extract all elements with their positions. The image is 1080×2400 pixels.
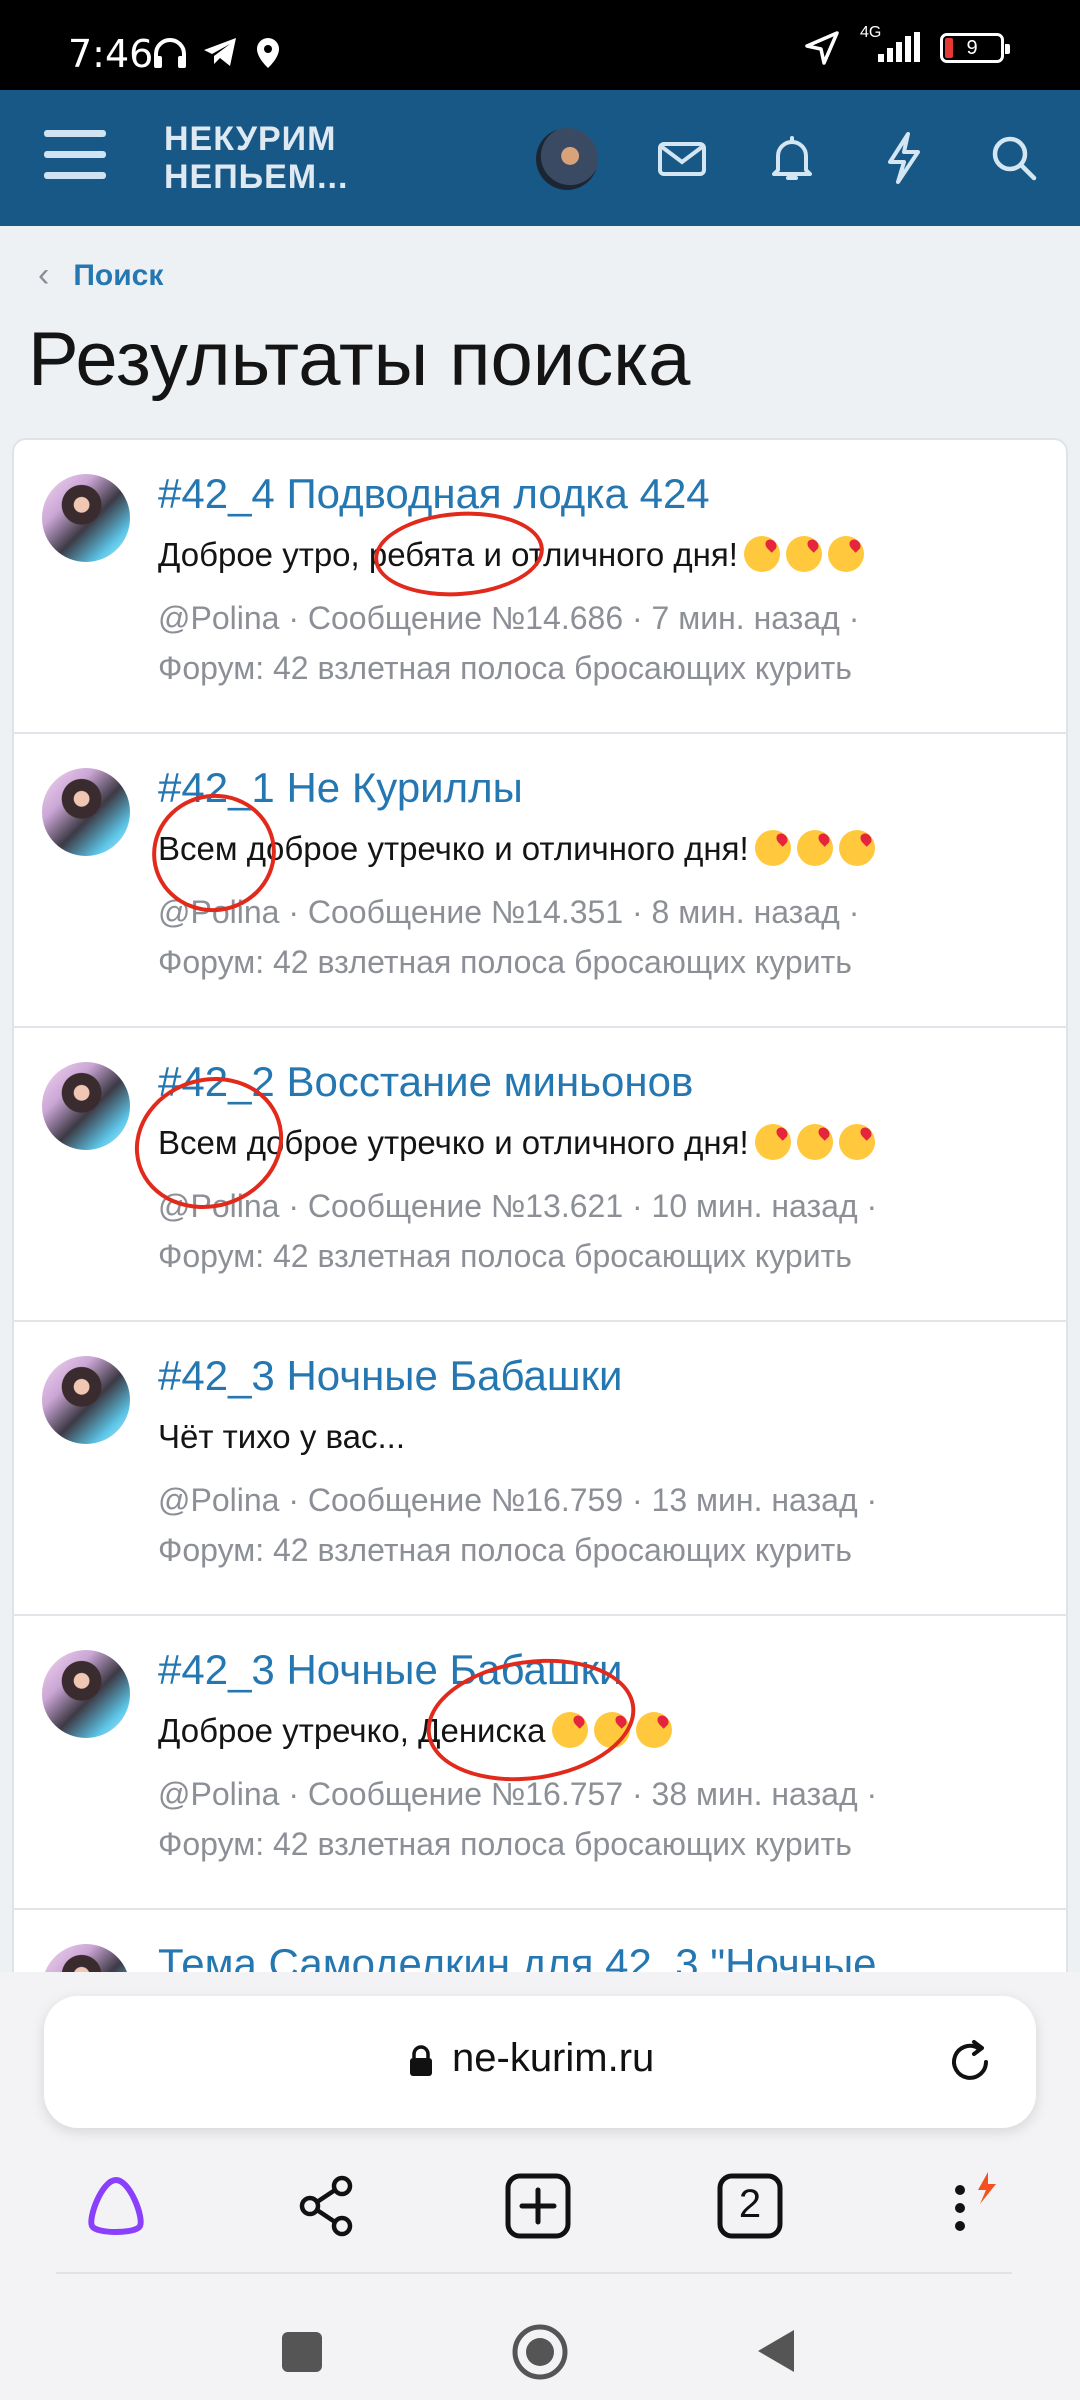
result-forum[interactable]: Форум: 42 взлетная полоса бросающих кури… [158,1532,852,1569]
tabs-icon[interactable]: 2 [712,2168,788,2244]
signal-icon: 4G [858,24,922,64]
results-list: #42_4 Подводная лодка 424 Доброе утро, р… [12,438,1068,1978]
search-icon[interactable] [986,130,1042,186]
site-logo[interactable]: НЕКУРИМ НЕПЬЕМ... [164,120,348,196]
status-bar: 7:46 4G 9 [0,0,1080,90]
kiss-emoji-icon [838,830,875,866]
lightning-icon[interactable] [876,130,932,186]
avatar[interactable] [536,128,598,190]
browser-bottom-bar: ne-kurim.ru 2 [0,1972,1080,2400]
result-forum[interactable]: Форум: 42 взлетная полоса бросающих кури… [158,1826,852,1863]
logo-line-2: НЕПЬЕМ... [164,158,349,196]
result-meta: @Polina · Сообщение №14.686 · 7 мин. наз… [158,600,860,636]
chevron-left-icon: ‹ [38,256,50,294]
result-forum[interactable]: Форум: 42 взлетная полоса бросающих кури… [158,944,852,981]
avatar[interactable] [42,1062,130,1150]
navigation-arrow-icon [805,31,839,65]
kiss-emoji-icon [754,830,791,866]
mail-icon[interactable] [654,130,710,186]
result-forum[interactable]: Форум: 42 взлетная полоса бросающих кури… [158,1238,852,1275]
avatar[interactable] [42,1356,130,1444]
bell-icon[interactable] [764,130,820,186]
result-title[interactable]: #42_3 Ночные Бабашки [158,1352,622,1400]
kiss-emoji-icon [785,536,822,572]
kiss-emoji-icon [754,1124,791,1160]
lock-icon [410,2045,432,2076]
kiss-emoji-icon [796,1124,833,1160]
url-text[interactable]: ne-kurim.ru [452,2036,654,2081]
headphones-icon [154,38,186,68]
kiss-emoji-icon [838,1124,875,1160]
result-item[interactable]: Тема Самоделкин для 42_3 "Ночные [14,1910,1066,1976]
avatar[interactable] [42,474,130,562]
alice-icon[interactable] [78,2168,154,2244]
tab-count: 2 [738,2182,762,2226]
result-meta: @Polina · Сообщение №16.757 · 38 мин. на… [158,1776,878,1812]
logo-line-1: НЕКУРИМ [164,120,337,158]
red-annotation-circle [371,506,547,602]
result-snippet: Чёт тихо у вас... [158,1418,405,1456]
kiss-emoji-icon [743,536,780,572]
result-item[interactable]: #42_3 Ночные Бабашки Чёт тихо у вас... @… [14,1322,1066,1616]
kiss-emoji-icon [635,1712,672,1748]
home-icon[interactable] [510,2322,570,2382]
status-time: 7:46 [68,32,154,76]
result-meta: @Polina · Сообщение №13.621 · 10 мин. на… [158,1188,878,1224]
more-icon[interactable] [930,2168,1006,2244]
battery-icon: 9 [940,33,1010,63]
avatar[interactable] [42,768,130,856]
breadcrumb-label[interactable]: Поиск [73,259,163,293]
share-icon[interactable] [288,2168,364,2244]
snippet-text: Чёт тихо у вас... [158,1418,406,1455]
kiss-emoji-icon [796,830,833,866]
new-tab-icon[interactable] [500,2168,576,2244]
menu-icon[interactable] [44,130,106,186]
result-item[interactable]: #42_3 Ночные Бабашки Доброе утречко, Ден… [14,1616,1066,1910]
kiss-emoji-icon [827,536,864,572]
result-forum[interactable]: Форум: 42 взлетная полоса бросающих кури… [158,650,852,687]
recent-apps-icon[interactable] [282,2332,322,2372]
address-bar[interactable]: ne-kurim.ru [44,1996,1036,2128]
site-header: НЕКУРИМ НЕПЬЕМ... [0,90,1080,226]
divider [56,2272,1012,2274]
avatar[interactable] [42,1650,130,1738]
page-title: Результаты поиска [28,317,691,402]
telegram-icon [204,38,236,66]
result-item[interactable]: #42_4 Подводная лодка 424 Доброе утро, р… [14,440,1066,734]
result-meta: @Polina · Сообщение №16.759 · 13 мин. на… [158,1482,878,1518]
reload-icon[interactable] [944,2036,996,2088]
breadcrumb[interactable]: ‹ Поиск [38,256,163,295]
result-item[interactable]: #42_1 Не Куриллы Всем доброе утречко и о… [14,734,1066,1028]
back-icon[interactable] [754,2326,798,2376]
result-meta: @Polina · Сообщение №14.351 · 8 мин. наз… [158,894,860,930]
battery-level: 9 [966,37,978,59]
result-title[interactable]: #42_4 Подводная лодка 424 [158,470,710,518]
location-icon [257,38,279,68]
result-item[interactable]: #42_2 Восстание миньонов Всем доброе утр… [14,1028,1066,1322]
